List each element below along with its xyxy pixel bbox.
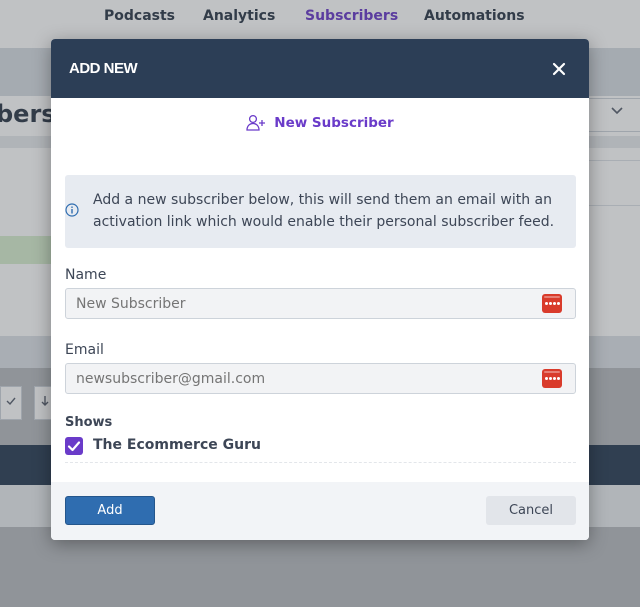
name-field-wrapper bbox=[65, 288, 576, 319]
name-label: Name bbox=[65, 267, 107, 283]
password-manager-icon[interactable] bbox=[542, 369, 562, 388]
info-box: Add a new subscriber below, this will se… bbox=[65, 175, 576, 248]
checkmark-icon bbox=[67, 441, 81, 452]
add-new-modal: ADD NEW New Subscriber Add a new subscri… bbox=[51, 39, 589, 540]
add-button[interactable]: Add bbox=[65, 496, 155, 525]
close-icon bbox=[552, 62, 566, 76]
password-manager-icon[interactable] bbox=[542, 294, 562, 313]
info-circle-icon bbox=[65, 203, 79, 217]
modal-footer: Add Cancel bbox=[51, 482, 589, 540]
shows-label: Shows bbox=[65, 415, 113, 430]
close-button[interactable] bbox=[549, 59, 569, 79]
email-label: Email bbox=[65, 342, 104, 358]
modal-title: ADD NEW bbox=[69, 60, 138, 77]
subtitle-text: New Subscriber bbox=[274, 115, 394, 131]
show-item: The Ecommerce Guru bbox=[65, 436, 576, 463]
modal-subtitle: New Subscriber bbox=[51, 114, 589, 134]
show-label[interactable]: The Ecommerce Guru bbox=[93, 437, 261, 453]
user-plus-icon bbox=[246, 114, 266, 131]
email-input[interactable] bbox=[66, 364, 536, 393]
show-checkbox[interactable] bbox=[65, 437, 83, 455]
cancel-button[interactable]: Cancel bbox=[486, 496, 576, 525]
info-text: Add a new subscriber below, this will se… bbox=[93, 192, 555, 230]
modal-header: ADD NEW bbox=[51, 39, 589, 98]
email-field-wrapper bbox=[65, 363, 576, 394]
name-input[interactable] bbox=[66, 289, 536, 318]
